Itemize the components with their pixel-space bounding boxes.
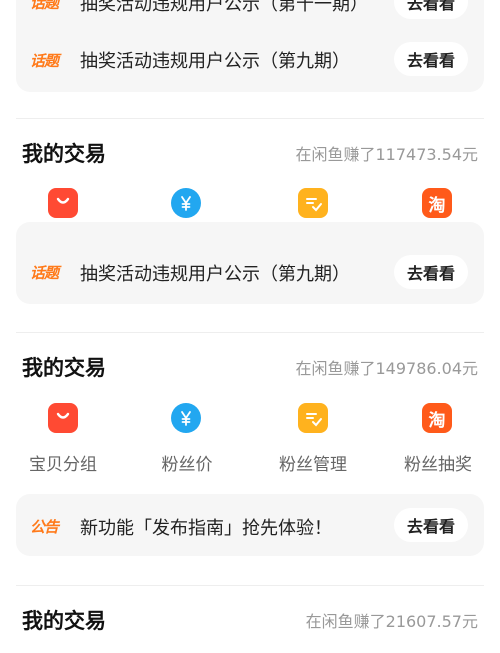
earnings-text: 在闲鱼赚了149786.04元 <box>295 359 478 378</box>
notice-text[interactable]: 抽奖活动违规用户公示（第九期） <box>80 260 350 286</box>
tool-label-fan-manage[interactable]: 粉丝管理 <box>258 450 368 475</box>
tool-label-fan-lottery[interactable]: 粉丝抽奖 <box>383 450 493 475</box>
bag-icon[interactable] <box>48 188 78 218</box>
go-see-button[interactable]: 去看看 <box>394 255 468 289</box>
announcement-card: 公告 新功能「发布指南」抢先体验！ 去看看 <box>16 494 484 556</box>
bag-icon[interactable] <box>48 403 78 433</box>
divider <box>16 585 484 586</box>
topic-tag: 话题 <box>30 0 59 12</box>
topic-tag: 话题 <box>30 52 59 70</box>
go-see-button[interactable]: 去看看 <box>394 42 468 76</box>
checklist-icon[interactable] <box>298 188 328 218</box>
notice-card-top: 话题 抽奖活动违规用户公示（第十一期） 去看看 话题 抽奖活动违规用户公示（第九… <box>16 0 484 92</box>
checklist-icon[interactable] <box>298 403 328 433</box>
yuan-icon[interactable] <box>171 188 201 218</box>
divider <box>16 118 484 119</box>
notice-text[interactable]: 抽奖活动违规用户公示（第九期） <box>80 47 350 73</box>
announcement-tag: 公告 <box>30 518 59 536</box>
section-title: 我的交易 <box>22 609 106 633</box>
notice-text[interactable]: 抽奖活动违规用户公示（第十一期） <box>80 0 368 16</box>
earnings-text: 在闲鱼赚了117473.54元 <box>295 145 478 164</box>
section-title: 我的交易 <box>22 142 106 166</box>
go-see-button[interactable]: 去看看 <box>394 508 468 542</box>
tool-label-groups[interactable]: 宝贝分组 <box>8 450 118 475</box>
notice-card: 话题 抽奖活动违规用户公示（第九期） 去看看 <box>16 222 484 304</box>
taobao-icon[interactable]: 淘 <box>422 188 452 218</box>
section-title: 我的交易 <box>22 356 106 380</box>
yuan-icon[interactable] <box>171 403 201 433</box>
divider <box>16 332 484 333</box>
go-see-button[interactable]: 去看看 <box>394 0 468 19</box>
earnings-text: 在闲鱼赚了21607.57元 <box>305 612 478 631</box>
topic-tag: 话题 <box>30 264 59 282</box>
tool-label-fan-price[interactable]: 粉丝价 <box>132 450 242 475</box>
taobao-icon[interactable]: 淘 <box>422 403 452 433</box>
notice-text[interactable]: 新功能「发布指南」抢先体验！ <box>80 514 332 540</box>
